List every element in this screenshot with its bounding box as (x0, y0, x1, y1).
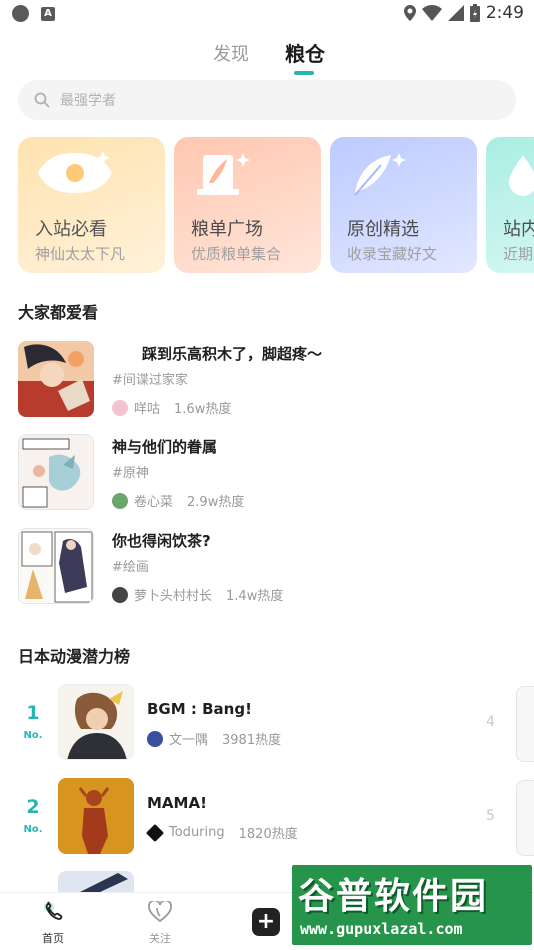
tab-grain-store[interactable]: 粮仓 (285, 38, 325, 67)
wifi-icon (421, 5, 442, 21)
rank-title: BGM : Bang! (147, 700, 252, 718)
rank-number: 1 (26, 702, 40, 724)
item-title: 神与他们的眷属 (112, 438, 218, 456)
cover-image (58, 684, 134, 760)
rank-author[interactable]: 文一隅 (169, 729, 208, 748)
cover-image[interactable] (516, 780, 534, 856)
avatar[interactable] (145, 823, 165, 842)
category-subtitle: 近期 (503, 245, 534, 263)
avatar[interactable] (112, 399, 128, 416)
rank-meta: Toduring 1820热度 (145, 823, 298, 842)
list-item[interactable]: 踩到乐高积木了，脚超疼～ #间谍过家家 咩咕 1.6w热度 (18, 341, 516, 417)
location-icon (403, 5, 416, 21)
rank-number: 4 (486, 714, 495, 730)
item-title: 踩到乐高积木了，脚超疼～ (142, 345, 323, 363)
rank-author[interactable]: Toduring (169, 825, 225, 840)
app-notification-icon: A (41, 6, 55, 21)
category-card-original[interactable]: 原创精选 收录宝藏好文 (330, 137, 477, 273)
book-icon (197, 153, 250, 195)
section-title-ranking: 日本动漫潜力榜 (18, 647, 131, 666)
add-button[interactable]: + (252, 908, 280, 936)
nav-home[interactable]: 首页 (23, 901, 83, 946)
item-meta: 萝卜头村村长 1.4w热度 (112, 585, 283, 604)
ranking-row[interactable]: 2 No. MAMA! Toduring 1820热度 5 (18, 778, 534, 858)
signal-icon (447, 5, 464, 21)
heart-icon (148, 899, 172, 923)
item-title: 你也得闲饮茶? (112, 532, 211, 550)
rank-no-label: No. (23, 730, 43, 741)
cover-image (18, 341, 94, 417)
ranking-row[interactable]: 1 No. BGM : Bang! 文一隅 3981热度 4 (18, 684, 534, 764)
category-subtitle: 优质粮单集合 (191, 245, 282, 263)
category-title: 站内 (503, 219, 534, 240)
home-icon (44, 901, 63, 920)
search-bar[interactable]: 最强学者 (18, 80, 516, 120)
watermark-url: www.gupuxlazal.com (300, 920, 463, 938)
clock: 2:49 (485, 3, 524, 23)
category-title: 粮单广场 (191, 219, 263, 240)
item-author[interactable]: 萝卜头村村长 (134, 585, 212, 604)
watermark-title: 谷普软件园 (298, 876, 489, 917)
cover-image[interactable] (58, 871, 134, 893)
item-heat: 2.9w热度 (187, 495, 245, 510)
category-title: 原创精选 (347, 219, 419, 240)
watermark: 谷普软件园 www.gupuxlazal.com (292, 865, 532, 945)
rank-heat: 3981热度 (222, 733, 282, 748)
status-bar: A 2:49 (0, 0, 534, 28)
rank-number: 2 (26, 796, 40, 818)
list-item[interactable]: 你也得闲饮茶? #绘画 萝卜头村村长 1.4w热度 (18, 528, 516, 604)
nav-label: 首页 (42, 932, 64, 945)
search-icon (34, 92, 50, 108)
rank-number: 5 (486, 808, 495, 824)
cover-image (18, 528, 94, 604)
battery-icon (469, 4, 480, 22)
rank-title: MAMA! (147, 794, 207, 812)
category-subtitle: 收录宝藏好文 (347, 245, 438, 263)
rank-meta: 文一隅 3981热度 (147, 729, 281, 748)
search-input[interactable]: 最强学者 (60, 90, 116, 110)
eye-icon (38, 151, 112, 193)
avatar[interactable] (147, 730, 163, 747)
item-tag[interactable]: #原神 (112, 462, 149, 481)
list-item[interactable]: 神与他们的眷属 #原神 卷心菜 2.9w热度 (18, 434, 516, 510)
item-meta: 咩咕 1.6w热度 (112, 398, 231, 417)
item-tag[interactable]: #间谍过家家 (112, 369, 188, 388)
avatar[interactable] (112, 492, 128, 509)
item-heat: 1.4w热度 (226, 589, 284, 604)
category-card-site[interactable]: 站内 近期 (486, 137, 534, 273)
item-heat: 1.6w热度 (174, 402, 232, 417)
cover-image (58, 778, 134, 854)
item-meta: 卷心菜 2.9w热度 (112, 491, 244, 510)
nav-label: 关注 (149, 932, 171, 945)
item-author[interactable]: 咩咕 (134, 398, 160, 417)
notification-icon (12, 5, 29, 22)
section-title-popular: 大家都爱看 (18, 303, 99, 322)
active-tab-indicator (294, 71, 314, 75)
avatar[interactable] (112, 586, 128, 603)
category-card-list-square[interactable]: 粮单广场 优质粮单集合 (174, 137, 321, 273)
nav-follow[interactable]: 关注 (130, 899, 190, 946)
category-subtitle: 神仙太太下凡 (35, 245, 126, 263)
category-title: 入站必看 (35, 219, 107, 240)
drop-icon (509, 155, 534, 196)
item-author[interactable]: 卷心菜 (134, 491, 173, 510)
category-carousel: 入站必看 神仙太太下凡 粮单广场 优质粮单集合 原创精选 收录宝藏好文 站内 近… (18, 137, 534, 275)
cover-image (18, 434, 94, 510)
item-tag[interactable]: #绘画 (112, 556, 149, 575)
cover-image[interactable] (516, 686, 534, 762)
rank-no-label: No. (23, 824, 43, 835)
rank-heat: 1820热度 (238, 827, 298, 842)
plus-icon: + (256, 909, 276, 934)
top-tabs: 发现 粮仓 (0, 38, 534, 78)
feather-icon (354, 153, 406, 196)
tab-discover[interactable]: 发现 (213, 40, 249, 66)
category-card-must-see[interactable]: 入站必看 神仙太太下凡 (18, 137, 165, 273)
